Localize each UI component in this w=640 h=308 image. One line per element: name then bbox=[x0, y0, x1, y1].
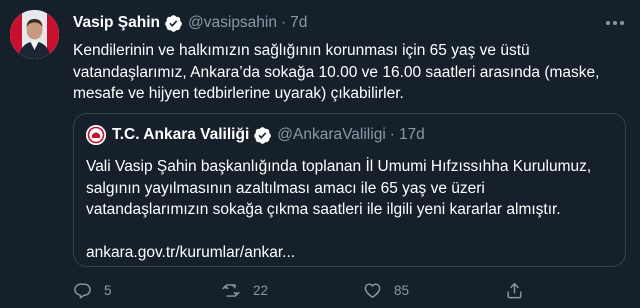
quoted-text-line: vatandaşlarımızın sokağa çıkma saatleri … bbox=[86, 201, 561, 218]
quoted-text-line: salgının yayılmasının azaltılması amacı … bbox=[86, 179, 485, 197]
tweet-actions: 5 22 85 bbox=[73, 278, 522, 302]
tweet-timestamp[interactable]: 7d bbox=[290, 14, 307, 32]
avatar[interactable] bbox=[10, 10, 59, 59]
quoted-tweet-timestamp[interactable]: 17d bbox=[399, 126, 425, 144]
retweet-icon bbox=[222, 283, 240, 297]
quoted-tweet-text: Vali Vasip Şahin başkanlığında toplanan … bbox=[86, 156, 616, 263]
quoted-author-name[interactable]: T.C. Ankara Valiliği bbox=[112, 126, 249, 144]
tweet-text-line: mesafe ve hijyen tedbirlerine uyarak) çı… bbox=[73, 85, 404, 102]
like-button[interactable]: 85 bbox=[363, 278, 409, 302]
quoted-tweet[interactable]: T.C. Ankara Valiliği @AnkaraValiligi · 1… bbox=[73, 113, 626, 267]
reply-button[interactable]: 5 bbox=[73, 278, 112, 302]
retweet-count: 22 bbox=[253, 282, 269, 298]
quoted-text-line: Vali Vasip Şahin başkanlığında toplanan … bbox=[86, 158, 592, 175]
quoted-tweet-header: T.C. Ankara Valiliği @AnkaraValiligi · 1… bbox=[86, 124, 425, 146]
separator-dot: · bbox=[389, 126, 395, 143]
tweet-text-line: vatandaşlarımız, Ankara’da sokağa 10.00 … bbox=[73, 63, 600, 81]
tweet-header: Vasip Şahin @vasipsahin · 7d bbox=[73, 12, 307, 34]
quoted-tweet-link[interactable]: ankara.gov.tr/kurumlar/ankar... bbox=[86, 242, 616, 264]
separator-dot: · bbox=[281, 14, 287, 31]
share-button[interactable] bbox=[505, 278, 524, 302]
verified-icon bbox=[253, 126, 272, 145]
quoted-author-handle[interactable]: @AnkaraValiligi bbox=[277, 126, 386, 144]
tweet-text-line: Kendilerinin ve halkımızın sağlığının ko… bbox=[73, 42, 530, 59]
author-name[interactable]: Vasip Şahin bbox=[73, 14, 160, 32]
reply-icon bbox=[74, 282, 91, 298]
like-count: 85 bbox=[394, 282, 410, 298]
retweet-button[interactable]: 22 bbox=[221, 278, 268, 302]
reply-count: 5 bbox=[104, 282, 112, 298]
verified-icon bbox=[164, 14, 183, 33]
more-options-button[interactable] bbox=[602, 10, 628, 36]
tweet-text: Kendilerinin ve halkımızın sağlığının ko… bbox=[73, 40, 629, 105]
share-icon bbox=[507, 282, 522, 298]
heart-icon bbox=[364, 282, 381, 298]
author-handle[interactable]: @vasipsahin bbox=[188, 14, 277, 32]
quoted-avatar bbox=[86, 125, 106, 145]
more-icon bbox=[606, 21, 624, 25]
tweet[interactable]: Vasip Şahin @vasipsahin · 7d Kendilerini… bbox=[0, 0, 640, 308]
